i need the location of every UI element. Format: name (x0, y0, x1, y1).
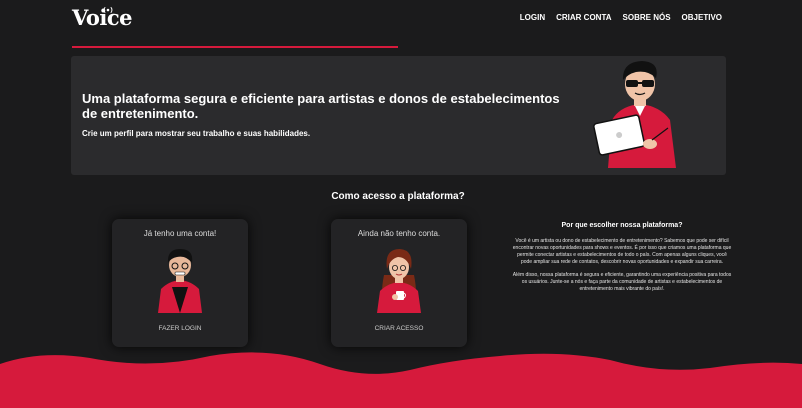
access-title: Como acesso a plataforma? (331, 191, 465, 202)
nav-objective[interactable]: OBJETIVO (682, 13, 722, 22)
nav-login[interactable]: LOGIN (520, 13, 545, 22)
hero-banner: Uma plataforma segura e eficiente para a… (71, 56, 726, 175)
footer-wave (0, 352, 802, 408)
create-account-button[interactable]: CRIAR ACESSO (331, 325, 467, 332)
create-account-card[interactable]: Ainda não tenho conta. CRIAR ACESSO (331, 219, 467, 347)
woman-with-coffee-illustration (377, 249, 421, 313)
man-illustration (158, 249, 202, 313)
why-section: Por que escolher nossa plataforma? Você … (512, 222, 732, 299)
nav-about[interactable]: SOBRE NÓS (623, 13, 671, 22)
hero-subtitle: Crie um perfil para mostrar seu trabalho… (82, 129, 311, 138)
broadcast-icon (103, 6, 113, 14)
header: Voice LOGIN CRIAR CONTA SOBRE NÓS OBJETI… (0, 0, 802, 52)
man-with-laptop-illustration (593, 61, 676, 168)
why-paragraph-1: Você é um artista ou dono de estabelecim… (512, 238, 732, 265)
header-divider (72, 46, 398, 48)
create-card-title: Ainda não tenho conta. (357, 229, 441, 238)
main-nav: LOGIN CRIAR CONTA SOBRE NÓS OBJETIVO (520, 13, 722, 22)
why-title: Por que escolher nossa plataforma? (561, 222, 683, 229)
login-card-title: Já tenho uma conta! (143, 229, 217, 238)
login-button[interactable]: FAZER LOGIN (112, 325, 248, 332)
hero-title: Uma plataforma segura e eficiente para a… (82, 91, 560, 121)
nav-create-account[interactable]: CRIAR CONTA (556, 13, 611, 22)
why-paragraph-2: Além disso, nossa plataforma é segura e … (512, 272, 732, 292)
login-card[interactable]: Já tenho uma conta! FAZER LOGIN (112, 219, 248, 347)
